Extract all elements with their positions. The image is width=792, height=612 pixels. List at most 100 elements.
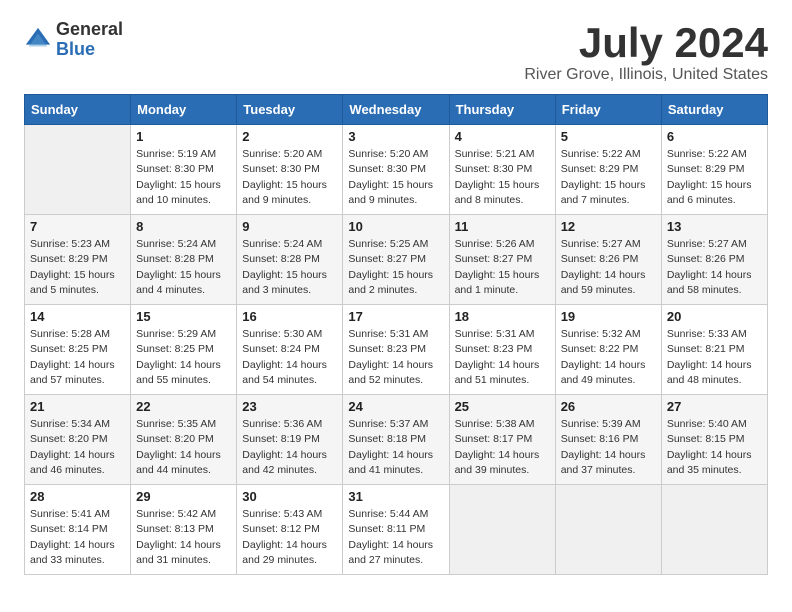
day-info: Sunrise: 5:41 AMSunset: 8:14 PMDaylight:… — [30, 507, 125, 568]
calendar-cell: 27 Sunrise: 5:40 AMSunset: 8:15 PMDayligh… — [661, 395, 767, 485]
day-info: Sunrise: 5:34 AMSunset: 8:20 PMDaylight:… — [30, 417, 125, 478]
day-info: Sunrise: 5:22 AMSunset: 8:29 PMDaylight:… — [667, 147, 762, 208]
calendar-week-row: 28 Sunrise: 5:41 AMSunset: 8:14 PMDayligh… — [25, 485, 768, 575]
day-info: Sunrise: 5:36 AMSunset: 8:19 PMDaylight:… — [242, 417, 337, 478]
calendar-cell: 10 Sunrise: 5:25 AMSunset: 8:27 PMDayligh… — [343, 215, 449, 305]
day-info: Sunrise: 5:20 AMSunset: 8:30 PMDaylight:… — [348, 147, 443, 208]
day-info: Sunrise: 5:27 AMSunset: 8:26 PMDaylight:… — [561, 237, 656, 298]
day-number: 11 — [455, 219, 550, 234]
logo-icon — [24, 26, 52, 54]
day-number: 31 — [348, 489, 443, 504]
day-info: Sunrise: 5:31 AMSunset: 8:23 PMDaylight:… — [455, 327, 550, 388]
month-title: July 2024 — [524, 20, 768, 66]
calendar-cell: 3 Sunrise: 5:20 AMSunset: 8:30 PMDaylight… — [343, 125, 449, 215]
day-number: 9 — [242, 219, 337, 234]
calendar-cell: 8Sunrise: 5:24 AMSunset: 8:28 PMDaylight… — [131, 215, 237, 305]
day-info: Sunrise: 5:23 AMSunset: 8:29 PMDaylight:… — [30, 237, 125, 298]
day-info: Sunrise: 5:31 AMSunset: 8:23 PMDaylight:… — [348, 327, 443, 388]
day-info: Sunrise: 5:20 AMSunset: 8:30 PMDaylight:… — [242, 147, 337, 208]
calendar-cell: 14 Sunrise: 5:28 AMSunset: 8:25 PMDayligh… — [25, 305, 131, 395]
day-number: 19 — [561, 309, 656, 324]
day-number: 20 — [667, 309, 762, 324]
weekday-header: Tuesday — [237, 95, 343, 125]
calendar-cell — [449, 485, 555, 575]
day-number: 23 — [242, 399, 337, 414]
day-info: Sunrise: 5:24 AMSunset: 8:28 PMDaylight:… — [242, 237, 337, 298]
title-area: July 2024 River Grove, Illinois, United … — [524, 20, 768, 84]
day-number: 29 — [136, 489, 231, 504]
calendar-cell: 22 Sunrise: 5:35 AMSunset: 8:20 PMDayligh… — [131, 395, 237, 485]
calendar-cell: 17 Sunrise: 5:31 AMSunset: 8:23 PMDayligh… — [343, 305, 449, 395]
day-info: Sunrise: 5:22 AMSunset: 8:29 PMDaylight:… — [561, 147, 656, 208]
calendar-cell — [661, 485, 767, 575]
calendar-cell: 23 Sunrise: 5:36 AMSunset: 8:19 PMDayligh… — [237, 395, 343, 485]
day-number: 17 — [348, 309, 443, 324]
calendar-cell: 21 Sunrise: 5:34 AMSunset: 8:20 PMDayligh… — [25, 395, 131, 485]
day-info: Sunrise: 5:44 AMSunset: 8:11 PMDaylight:… — [348, 507, 443, 568]
day-info: Sunrise: 5:43 AMSunset: 8:12 PMDaylight:… — [242, 507, 337, 568]
logo-general-text: General — [56, 20, 123, 40]
weekday-header: Sunday — [25, 95, 131, 125]
day-number: 2 — [242, 129, 337, 144]
calendar-cell: 1 Sunrise: 5:19 AMSunset: 8:30 PMDaylight… — [131, 125, 237, 215]
day-info: Sunrise: 5:35 AMSunset: 8:20 PMDaylight:… — [136, 417, 231, 478]
calendar-cell: 25Sunrise: 5:38 AMSunset: 8:17 PMDayligh… — [449, 395, 555, 485]
day-info: Sunrise: 5:25 AMSunset: 8:27 PMDaylight:… — [348, 237, 443, 298]
day-number: 4 — [455, 129, 550, 144]
calendar-week-row: 7 Sunrise: 5:23 AMSunset: 8:29 PMDaylight… — [25, 215, 768, 305]
weekday-header: Wednesday — [343, 95, 449, 125]
weekday-header: Friday — [555, 95, 661, 125]
day-number: 18 — [455, 309, 550, 324]
weekday-header: Thursday — [449, 95, 555, 125]
calendar-cell: 15Sunrise: 5:29 AMSunset: 8:25 PMDayligh… — [131, 305, 237, 395]
day-number: 22 — [136, 399, 231, 414]
day-info: Sunrise: 5:19 AMSunset: 8:30 PMDaylight:… — [136, 147, 231, 208]
day-info: Sunrise: 5:30 AMSunset: 8:24 PMDaylight:… — [242, 327, 337, 388]
day-info: Sunrise: 5:27 AMSunset: 8:26 PMDaylight:… — [667, 237, 762, 298]
calendar-cell: 9 Sunrise: 5:24 AMSunset: 8:28 PMDaylight… — [237, 215, 343, 305]
day-number: 16 — [242, 309, 337, 324]
day-number: 10 — [348, 219, 443, 234]
day-info: Sunrise: 5:42 AMSunset: 8:13 PMDaylight:… — [136, 507, 231, 568]
day-number: 21 — [30, 399, 125, 414]
calendar-cell — [555, 485, 661, 575]
day-number: 7 — [30, 219, 125, 234]
day-number: 27 — [667, 399, 762, 414]
day-info: Sunrise: 5:32 AMSunset: 8:22 PMDaylight:… — [561, 327, 656, 388]
calendar-cell — [25, 125, 131, 215]
day-number: 28 — [30, 489, 125, 504]
day-number: 1 — [136, 129, 231, 144]
day-number: 25 — [455, 399, 550, 414]
logo: General Blue — [24, 20, 123, 60]
calendar-cell: 28 Sunrise: 5:41 AMSunset: 8:14 PMDayligh… — [25, 485, 131, 575]
day-info: Sunrise: 5:37 AMSunset: 8:18 PMDaylight:… — [348, 417, 443, 478]
calendar-cell: 24 Sunrise: 5:37 AMSunset: 8:18 PMDayligh… — [343, 395, 449, 485]
calendar-cell: 30 Sunrise: 5:43 AMSunset: 8:12 PMDayligh… — [237, 485, 343, 575]
day-info: Sunrise: 5:40 AMSunset: 8:15 PMDaylight:… — [667, 417, 762, 478]
weekday-header: Monday — [131, 95, 237, 125]
page-header: General Blue July 2024 River Grove, Illi… — [24, 20, 768, 84]
calendar-cell: 18 Sunrise: 5:31 AMSunset: 8:23 PMDayligh… — [449, 305, 555, 395]
day-info: Sunrise: 5:26 AMSunset: 8:27 PMDaylight:… — [455, 237, 550, 298]
calendar-week-row: 14 Sunrise: 5:28 AMSunset: 8:25 PMDayligh… — [25, 305, 768, 395]
calendar-cell: 26 Sunrise: 5:39 AMSunset: 8:16 PMDayligh… — [555, 395, 661, 485]
day-number: 14 — [30, 309, 125, 324]
calendar-cell: 13 Sunrise: 5:27 AMSunset: 8:26 PMDayligh… — [661, 215, 767, 305]
weekday-header: Saturday — [661, 95, 767, 125]
day-number: 5 — [561, 129, 656, 144]
calendar-cell: 16 Sunrise: 5:30 AMSunset: 8:24 PMDayligh… — [237, 305, 343, 395]
day-info: Sunrise: 5:28 AMSunset: 8:25 PMDaylight:… — [30, 327, 125, 388]
calendar-cell: 20Sunrise: 5:33 AMSunset: 8:21 PMDayligh… — [661, 305, 767, 395]
calendar-cell: 19 Sunrise: 5:32 AMSunset: 8:22 PMDayligh… — [555, 305, 661, 395]
calendar-cell: 4 Sunrise: 5:21 AMSunset: 8:30 PMDaylight… — [449, 125, 555, 215]
weekday-header-row: SundayMondayTuesdayWednesdayThursdayFrid… — [25, 95, 768, 125]
day-info: Sunrise: 5:21 AMSunset: 8:30 PMDaylight:… — [455, 147, 550, 208]
day-info: Sunrise: 5:39 AMSunset: 8:16 PMDaylight:… — [561, 417, 656, 478]
calendar-cell: 11 Sunrise: 5:26 AMSunset: 8:27 PMDayligh… — [449, 215, 555, 305]
day-number: 26 — [561, 399, 656, 414]
day-number: 30 — [242, 489, 337, 504]
day-number: 24 — [348, 399, 443, 414]
day-number: 3 — [348, 129, 443, 144]
day-number: 13 — [667, 219, 762, 234]
calendar-cell: 12Sunrise: 5:27 AMSunset: 8:26 PMDayligh… — [555, 215, 661, 305]
